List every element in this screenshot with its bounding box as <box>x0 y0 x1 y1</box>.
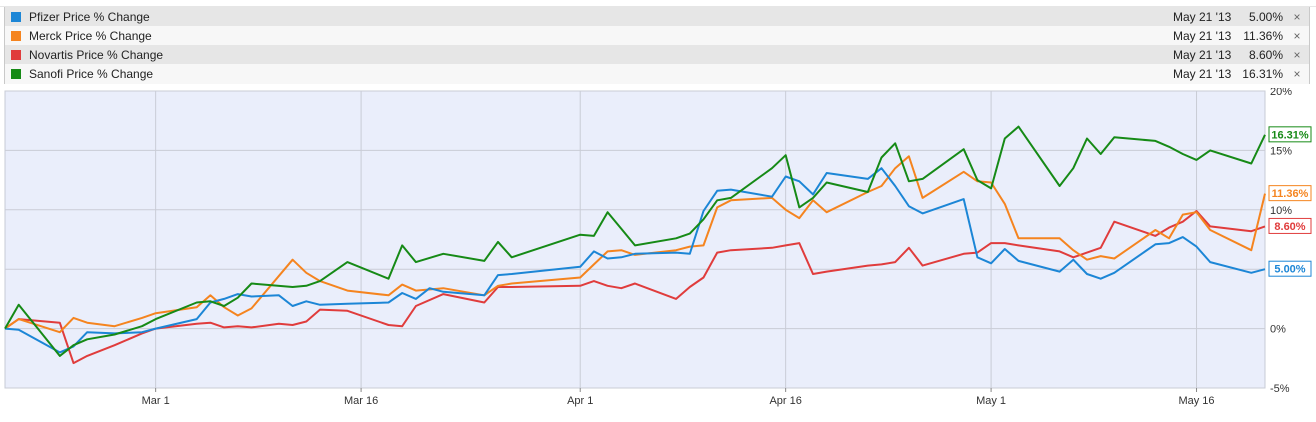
legend-date: May 21 '13 <box>1173 67 1232 81</box>
end-value-label: 5.00% <box>1268 260 1312 277</box>
legend-percent: 8.60% <box>1248 48 1283 62</box>
novartis-swatch-icon <box>11 50 21 60</box>
end-value-label: 11.36% <box>1268 185 1312 202</box>
merck-swatch-icon <box>11 31 21 41</box>
end-value-text: 11.36% <box>1272 188 1309 200</box>
legend-date: May 21 '13 <box>1173 10 1232 24</box>
x-tick-label: Apr 16 <box>769 395 801 407</box>
y-tick-label: 10% <box>1270 205 1292 217</box>
legend-percent: 5.00% <box>1248 10 1283 24</box>
x-tick-label: May 1 <box>976 395 1006 407</box>
x-tick-label: Apr 1 <box>567 395 593 407</box>
x-tick-label: Mar 16 <box>344 395 378 407</box>
end-value-text: 8.60% <box>1274 221 1305 233</box>
sanofi-swatch-icon <box>11 69 21 79</box>
x-tick-label: May 16 <box>1178 395 1214 407</box>
close-icon[interactable]: × <box>1291 45 1303 65</box>
y-tick-label: 15% <box>1270 145 1292 157</box>
legend-series-name: Novartis Price % Change <box>29 48 164 62</box>
x-tick-label: Mar 1 <box>142 395 170 407</box>
close-icon[interactable]: × <box>1291 7 1303 27</box>
legend-series-name: Sanofi Price % Change <box>29 67 154 81</box>
chart-svg: -5%0%5%10%15%20%Mar 1Mar 16Apr 1Apr 16Ma… <box>4 86 1312 407</box>
pfizer-swatch-icon <box>11 12 21 22</box>
y-tick-label: -5% <box>1270 383 1290 395</box>
legend-row-sanofi[interactable]: Sanofi Price % Change May 21 '13 16.31% … <box>5 64 1309 84</box>
close-icon[interactable]: × <box>1291 64 1303 84</box>
plot-background <box>4 90 1266 389</box>
legend-row-merck[interactable]: Merck Price % Change May 21 '13 11.36% × <box>5 26 1309 46</box>
end-value-text: 16.31% <box>1271 129 1309 141</box>
series-legend-panel: Pfizer Price % Change May 21 '13 5.00% ×… <box>0 6 1316 84</box>
legend-row-novartis[interactable]: Novartis Price % Change May 21 '13 8.60%… <box>5 45 1309 65</box>
legend-row-pfizer[interactable]: Pfizer Price % Change May 21 '13 5.00% × <box>5 7 1309 27</box>
legend-series-name: Pfizer Price % Change <box>29 10 150 24</box>
y-tick-label: 0% <box>1270 324 1286 336</box>
legend-percent: 16.31% <box>1242 67 1283 81</box>
end-value-label: 8.60% <box>1268 217 1312 234</box>
legend-series-name: Merck Price % Change <box>29 29 152 43</box>
end-value-label: 16.31% <box>1268 126 1312 143</box>
end-value-text: 5.00% <box>1274 264 1305 276</box>
close-icon[interactable]: × <box>1291 26 1303 46</box>
legend-date: May 21 '13 <box>1173 29 1232 43</box>
y-tick-label: 20% <box>1270 88 1292 98</box>
legend-percent: 11.36% <box>1243 29 1283 43</box>
legend-date: May 21 '13 <box>1173 48 1232 62</box>
line-chart[interactable]: -5%0%5%10%15%20%Mar 1Mar 16Apr 1Apr 16Ma… <box>0 86 1316 417</box>
